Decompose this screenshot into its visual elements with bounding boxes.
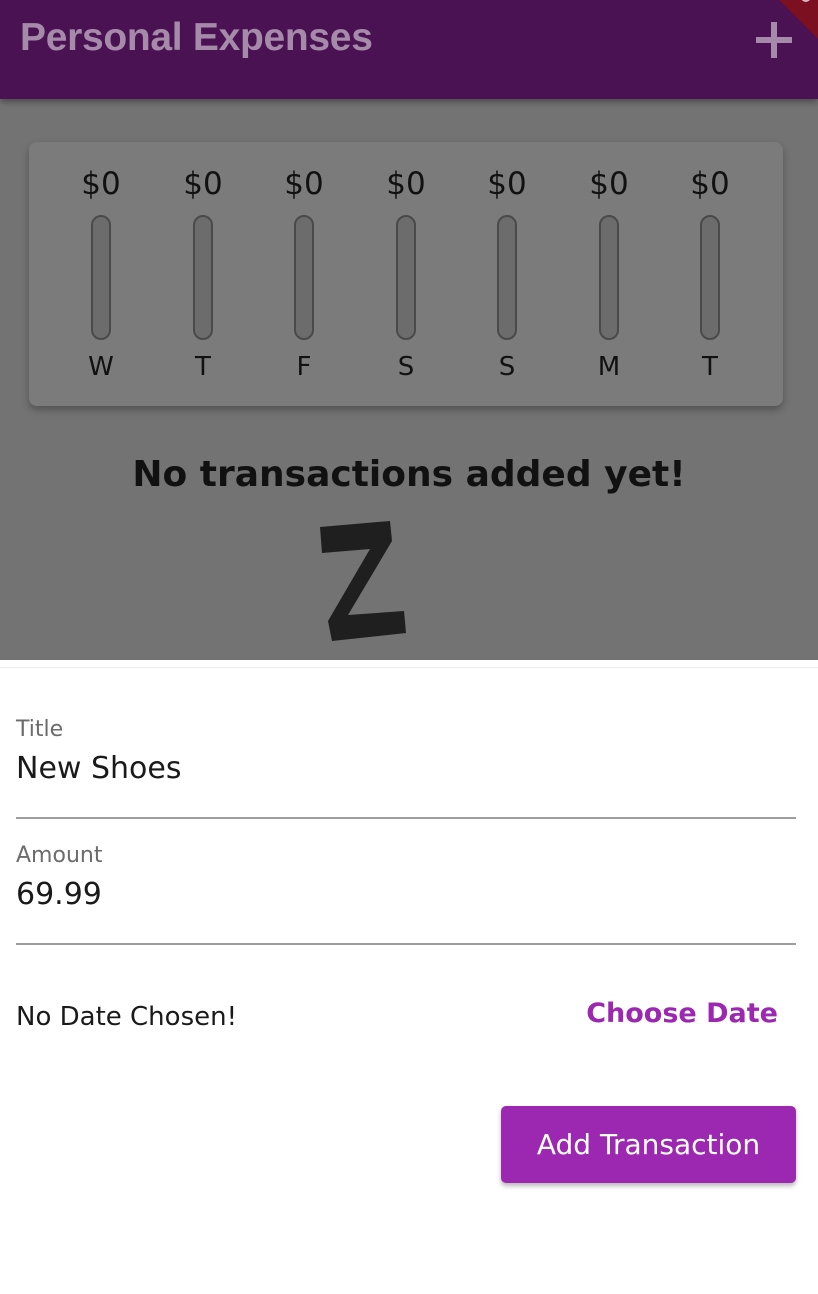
new-transaction-sheet: Title Amount No Date Chosen! Choose Date… [0,667,818,1294]
bar-day-label: M [597,352,621,382]
amount-field-label: Amount [16,843,103,868]
bar-amount-label: $0 [386,166,426,202]
title-input[interactable] [16,751,796,786]
modal-scrim[interactable]: $0 W $0 T $0 F $0 S $0 S $0 M $0 T No tr… [0,99,818,660]
bar-track [396,215,416,340]
bar-amount-label: $0 [183,166,223,202]
app-bar: Personal Expenses [0,0,818,99]
bar-amount-label: $0 [589,166,629,202]
chart-bar-5: $0 M [569,142,649,406]
amount-input[interactable] [16,877,796,912]
title-field[interactable]: Title [16,717,796,819]
bar-day-label: F [296,352,312,382]
chart-bar-3: $0 S [366,142,446,406]
app-title: Personal Expenses [20,16,373,59]
add-transaction-button[interactable]: Add Transaction [501,1106,796,1183]
chart-bar-6: $0 T [670,142,750,406]
add-icon[interactable] [752,18,796,62]
date-status-text: No Date Chosen! [16,1002,238,1032]
bar-day-label: T [195,352,211,382]
weekly-chart-card: $0 W $0 T $0 F $0 S $0 S $0 M $0 T [29,142,783,406]
bar-track [700,215,720,340]
bar-amount-label: $0 [487,166,527,202]
bar-amount-label: $0 [284,166,324,202]
bar-track [599,215,619,340]
bar-track [193,215,213,340]
chart-bar-1: $0 T [163,142,243,406]
bar-amount-label: $0 [81,166,121,202]
bar-track [91,215,111,340]
chart-bar-0: $0 W [61,142,141,406]
title-field-label: Title [16,717,64,742]
bar-day-label: S [498,352,516,382]
app-screen: Personal Expenses $0 W $0 T $0 F $0 S $0… [0,0,818,1294]
bar-track [294,215,314,340]
zz-sleep-icon [320,521,406,641]
choose-date-button[interactable]: Choose Date [586,998,778,1029]
chart-bar-2: $0 F [264,142,344,406]
chart-bar-4: $0 S [467,142,547,406]
bar-day-label: S [397,352,415,382]
amount-field[interactable]: Amount [16,843,796,945]
bar-day-label: W [88,352,114,382]
bar-amount-label: $0 [690,166,730,202]
empty-state-message: No transactions added yet! [132,454,686,495]
bar-track [497,215,517,340]
debug-banner-dot [798,0,813,5]
bar-day-label: T [702,352,718,382]
